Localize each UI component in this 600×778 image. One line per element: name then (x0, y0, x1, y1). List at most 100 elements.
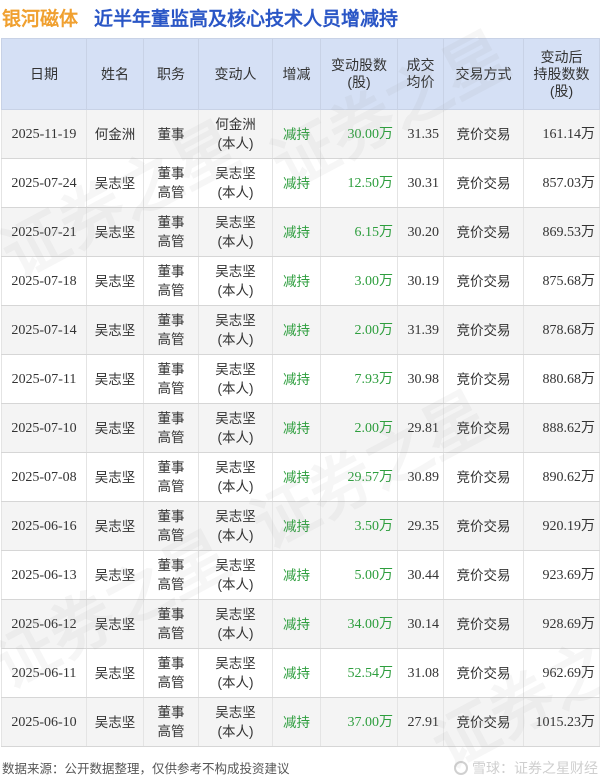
cell-changer: 吴志坚 (本人) (198, 550, 273, 600)
table-row: 2025-07-18 吴志坚 董事 高管 吴志坚 (本人) 减持 3.00万 30.19 竞价交易… (1, 256, 600, 306)
cell-method: 竞价交易 (443, 354, 524, 404)
cell-direction: 减持 (272, 501, 321, 551)
cell-method: 竞价交易 (443, 109, 524, 159)
cell-date: 2025-06-10 (1, 697, 87, 747)
cell-position: 董事 高管 (143, 207, 199, 257)
cell-date: 2025-06-13 (1, 550, 87, 600)
cell-method: 竞价交易 (443, 256, 524, 306)
cell-name: 何金洲 (86, 109, 144, 159)
cell-shares: 3.50万 (320, 501, 398, 551)
cell-changer: 吴志坚 (本人) (198, 305, 273, 355)
company-name: 银河磁体 (2, 8, 79, 30)
header-method: 交易方式 (443, 38, 524, 110)
cell-changer: 吴志坚 (本人) (198, 403, 273, 453)
data-source-note: 数据来源：公开数据整理，仅供参考不构成投资建议 (2, 762, 290, 776)
table-row: 2025-11-19 何金洲 董事 何金洲 (本人) 减持 30.00万 31.35 竞价交易 1… (1, 109, 600, 159)
cell-name: 吴志坚 (86, 697, 144, 747)
cell-shares: 52.54万 (320, 648, 398, 698)
footer: 数据来源：公开数据整理，仅供参考不构成投资建议 雪球：证券之星财经 (2, 758, 598, 777)
cell-shares: 34.00万 (320, 599, 398, 649)
cell-method: 竞价交易 (443, 550, 524, 600)
cell-name: 吴志坚 (86, 256, 144, 306)
cell-position: 董事 高管 (143, 354, 199, 404)
cell-name: 吴志坚 (86, 599, 144, 649)
brand-text: 雪球：证券之星财经 (472, 759, 598, 776)
cell-method: 竞价交易 (443, 648, 524, 698)
cell-avg-price: 30.44 (397, 550, 444, 600)
cell-date: 2025-07-10 (1, 403, 87, 453)
cell-holding-after: 869.53万 (523, 207, 600, 257)
table-row: 2025-07-21 吴志坚 董事 高管 吴志坚 (本人) 减持 6.15万 30.20 竞价交易… (1, 207, 600, 257)
cell-position: 董事 高管 (143, 599, 199, 649)
cell-holding-after: 878.68万 (523, 305, 600, 355)
cell-name: 吴志坚 (86, 207, 144, 257)
cell-direction: 减持 (272, 207, 321, 257)
cell-position: 董事 高管 (143, 697, 199, 747)
cell-changer: 吴志坚 (本人) (198, 158, 273, 208)
header-changer: 变动人 (198, 38, 273, 110)
cell-avg-price: 29.81 (397, 403, 444, 453)
table-row: 2025-07-24 吴志坚 董事 高管 吴志坚 (本人) 减持 12.50万 30.31 竞价交… (1, 158, 600, 208)
cell-shares: 5.00万 (320, 550, 398, 600)
cell-name: 吴志坚 (86, 354, 144, 404)
cell-avg-price: 30.89 (397, 452, 444, 502)
holdings-table-container: 日期 姓名 职务 变动人 增减 变动股数 (股) 成交 均价 交易方式 变动后 持股数… (1, 38, 600, 747)
cell-holding-after: 962.69万 (523, 648, 600, 698)
cell-direction: 减持 (272, 354, 321, 404)
cell-changer: 吴志坚 (本人) (198, 207, 273, 257)
cell-shares: 12.50万 (320, 158, 398, 208)
table-row: 2025-06-16 吴志坚 董事 高管 吴志坚 (本人) 减持 3.50万 29.35 竞价交易… (1, 501, 600, 551)
cell-position: 董事 高管 (143, 501, 199, 551)
cell-changer: 吴志坚 (本人) (198, 697, 273, 747)
cell-date: 2025-06-12 (1, 599, 87, 649)
cell-date: 2025-07-21 (1, 207, 87, 257)
cell-holding-after: 923.69万 (523, 550, 600, 600)
cell-holding-after: 928.69万 (523, 599, 600, 649)
cell-method: 竞价交易 (443, 697, 524, 747)
cell-changer: 何金洲 (本人) (198, 109, 273, 159)
table-row: 2025-06-10 吴志坚 董事 高管 吴志坚 (本人) 减持 37.00万 27.91 竞价交… (1, 697, 600, 747)
cell-avg-price: 30.98 (397, 354, 444, 404)
cell-date: 2025-07-14 (1, 305, 87, 355)
cell-method: 竞价交易 (443, 501, 524, 551)
table-row: 2025-07-08 吴志坚 董事 高管 吴志坚 (本人) 减持 29.57万 30.89 竞价交… (1, 452, 600, 502)
cell-holding-after: 1015.23万 (523, 697, 600, 747)
cell-method: 竞价交易 (443, 599, 524, 649)
cell-method: 竞价交易 (443, 403, 524, 453)
cell-method: 竞价交易 (443, 158, 524, 208)
cell-direction: 减持 (272, 697, 321, 747)
cell-direction: 减持 (272, 648, 321, 698)
cell-changer: 吴志坚 (本人) (198, 501, 273, 551)
cell-holding-after: 888.62万 (523, 403, 600, 453)
cell-position: 董事 高管 (143, 550, 199, 600)
header-date: 日期 (1, 38, 87, 110)
cell-holding-after: 857.03万 (523, 158, 600, 208)
cell-method: 竞价交易 (443, 452, 524, 502)
cell-direction: 减持 (272, 550, 321, 600)
header-avg-price: 成交 均价 (397, 38, 444, 110)
header-direction: 增减 (272, 38, 321, 110)
cell-holding-after: 920.19万 (523, 501, 600, 551)
cell-changer: 吴志坚 (本人) (198, 452, 273, 502)
table-row: 2025-06-12 吴志坚 董事 高管 吴志坚 (本人) 减持 34.00万 30.14 竞价交… (1, 599, 600, 649)
cell-shares: 29.57万 (320, 452, 398, 502)
cell-name: 吴志坚 (86, 648, 144, 698)
cell-direction: 减持 (272, 158, 321, 208)
cell-changer: 吴志坚 (本人) (198, 648, 273, 698)
cell-name: 吴志坚 (86, 501, 144, 551)
page-title: 近半年董监高及核心技术人员增减持 (94, 8, 399, 30)
header-position: 职务 (143, 38, 199, 110)
cell-avg-price: 29.35 (397, 501, 444, 551)
cell-date: 2025-07-11 (1, 354, 87, 404)
table-body: 2025-11-19 何金洲 董事 何金洲 (本人) 减持 30.00万 31.35 竞价交易 1… (1, 109, 600, 747)
cell-holding-after: 161.14万 (523, 109, 600, 159)
cell-shares: 2.00万 (320, 305, 398, 355)
cell-direction: 减持 (272, 452, 321, 502)
title-bar: 银河磁体 近半年董监高及核心技术人员增减持 (0, 0, 600, 34)
cell-position: 董事 高管 (143, 158, 199, 208)
cell-changer: 吴志坚 (本人) (198, 354, 273, 404)
cell-method: 竞价交易 (443, 305, 524, 355)
cell-avg-price: 30.19 (397, 256, 444, 306)
cell-avg-price: 30.14 (397, 599, 444, 649)
cell-position: 董事 高管 (143, 256, 199, 306)
